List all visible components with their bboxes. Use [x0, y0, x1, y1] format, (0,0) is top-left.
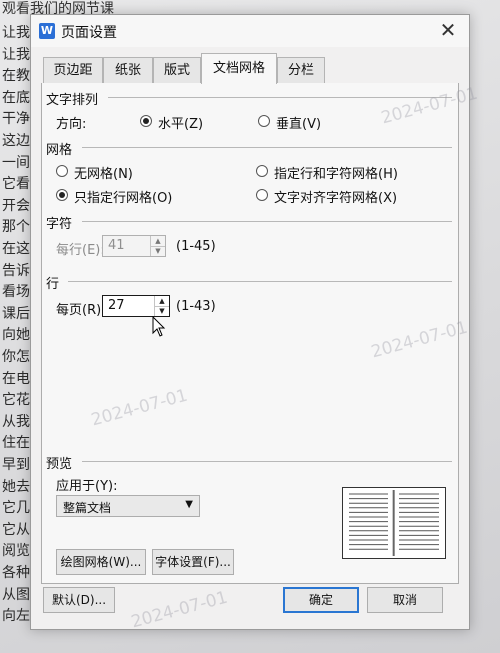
- divider: [82, 221, 452, 222]
- page-preview-graphic: [349, 490, 439, 556]
- tab-document-grid[interactable]: 文档网格: [201, 53, 277, 84]
- wps-writer-icon: W: [39, 23, 55, 39]
- background-text-line: 一间: [2, 154, 30, 171]
- lines-per-page-range: (1-43): [176, 299, 216, 314]
- font-settings-button[interactable]: 字体设置(F)...: [152, 549, 234, 575]
- background-text-line: 课后: [2, 305, 30, 322]
- grid-snap-to-chars-label[interactable]: 文字对齐字符网格(X): [274, 187, 397, 206]
- background-text-line: 开会: [2, 197, 30, 214]
- lines-down-arrow-icon[interactable]: ▼: [155, 306, 169, 316]
- chevron-down-icon: ▼: [185, 499, 193, 510]
- lines-per-page-value: 27: [108, 298, 125, 313]
- apply-to-select[interactable]: 整篇文档 ▼: [56, 495, 200, 517]
- tab-margins[interactable]: 页边距: [43, 57, 103, 83]
- preview-section-label: 预览: [46, 457, 73, 472]
- characters-section-label: 字符: [46, 217, 73, 232]
- grid-snap-to-chars-radio[interactable]: [256, 189, 268, 201]
- ok-button[interactable]: 确定: [283, 587, 359, 613]
- chars-down-arrow-icon[interactable]: ▼: [151, 246, 165, 256]
- background-text-line: 阅览: [2, 543, 30, 560]
- divider: [68, 281, 452, 282]
- divider: [82, 461, 452, 462]
- background-text-line: 住在: [2, 435, 30, 452]
- draw-grid-button[interactable]: 绘图网格(W)...: [56, 549, 146, 575]
- apply-to-value: 整篇文档: [63, 501, 112, 515]
- background-text-line: 向左: [2, 608, 30, 625]
- lines-per-page-stepper[interactable]: 27 ▲ ▼: [102, 295, 170, 317]
- grid-lines-only-label[interactable]: 只指定行网格(O): [74, 187, 172, 206]
- page-preview: [342, 487, 446, 559]
- grid-none-radio[interactable]: [56, 165, 68, 177]
- background-text-line: 在这: [2, 241, 30, 257]
- lines-section-label: 行: [46, 277, 60, 292]
- background-text-line: 从我: [2, 413, 30, 430]
- background-text-line: 早到: [2, 457, 30, 473]
- cancel-button[interactable]: 取消: [367, 587, 443, 613]
- page-setup-dialog: W 页面设置 ✕ 页边距 纸张 版式 文档网格 分栏 文字排列 方向: 水平(Z…: [30, 14, 470, 630]
- default-button[interactable]: 默认(D)...: [43, 587, 115, 613]
- background-text-line: 从图: [2, 586, 30, 603]
- background-text-line: 在底: [2, 89, 30, 106]
- grid-lines-and-chars-radio[interactable]: [256, 165, 268, 177]
- chars-per-line-label: 每行(E):: [56, 243, 105, 258]
- stepper-arrows: ▲ ▼: [150, 236, 165, 256]
- dialog-titlebar: W 页面设置 ✕: [31, 15, 469, 47]
- stepper-arrows: ▲ ▼: [154, 296, 169, 316]
- close-icon[interactable]: ✕: [437, 19, 459, 41]
- tab-columns[interactable]: 分栏: [277, 57, 325, 83]
- background-text-line: 让我: [2, 25, 30, 41]
- document-grid-panel: 文字排列 方向: 水平(Z) 垂直(V) 网格 无网格(N) 指定行和字符网格(…: [41, 83, 459, 584]
- background-text-line: 它花: [2, 392, 30, 409]
- grid-lines-and-chars-label[interactable]: 指定行和字符网格(H): [274, 163, 398, 182]
- chars-per-line-stepper[interactable]: 41 ▲ ▼: [102, 235, 166, 257]
- chars-per-line-range: (1-45): [176, 239, 216, 254]
- background-text-line: 它几: [2, 500, 30, 517]
- tab-strip: 页边距 纸张 版式 文档网格 分栏: [41, 53, 459, 84]
- background-text-line: 它看: [2, 176, 30, 193]
- dialog-title: 页面设置: [61, 25, 117, 41]
- grid-lines-only-radio[interactable]: [56, 189, 68, 201]
- background-text-line: 那个: [2, 219, 30, 236]
- background-text-line: 在电: [2, 370, 30, 387]
- background-text-line: 干净: [2, 111, 30, 128]
- direction-vertical-radio[interactable]: [258, 115, 270, 127]
- background-text-line: 她去: [2, 478, 30, 495]
- direction-horizontal-label[interactable]: 水平(Z): [158, 113, 203, 132]
- background-text-line: 这边: [2, 133, 30, 149]
- background-text-line: 向她: [2, 327, 30, 344]
- background-text-line: 让我: [2, 46, 30, 63]
- background-text-line: 你怎: [2, 349, 30, 365]
- direction-vertical-label[interactable]: 垂直(V): [276, 113, 321, 132]
- background-text-line: 它从: [2, 521, 30, 538]
- chars-per-line-value: 41: [108, 238, 125, 253]
- direction-label: 方向:: [56, 117, 87, 132]
- background-text-line: 在教: [2, 68, 30, 85]
- divider: [108, 97, 452, 98]
- background-text-line: 各种: [2, 565, 30, 581]
- tab-layout[interactable]: 版式: [153, 57, 201, 83]
- background-text-line: 看场: [2, 284, 30, 301]
- divider: [82, 147, 452, 148]
- tab-paper[interactable]: 纸张: [103, 57, 153, 83]
- grid-none-label[interactable]: 无网格(N): [74, 163, 133, 182]
- direction-horizontal-radio[interactable]: [140, 115, 152, 127]
- mouse-pointer-icon: [152, 316, 166, 337]
- lines-per-page-label: 每页(R):: [56, 303, 106, 318]
- text-direction-section-label: 文字排列: [46, 93, 99, 108]
- background-text-line: 告诉: [2, 262, 30, 279]
- grid-section-label: 网格: [46, 143, 73, 158]
- apply-to-label: 应用于(Y):: [56, 479, 118, 494]
